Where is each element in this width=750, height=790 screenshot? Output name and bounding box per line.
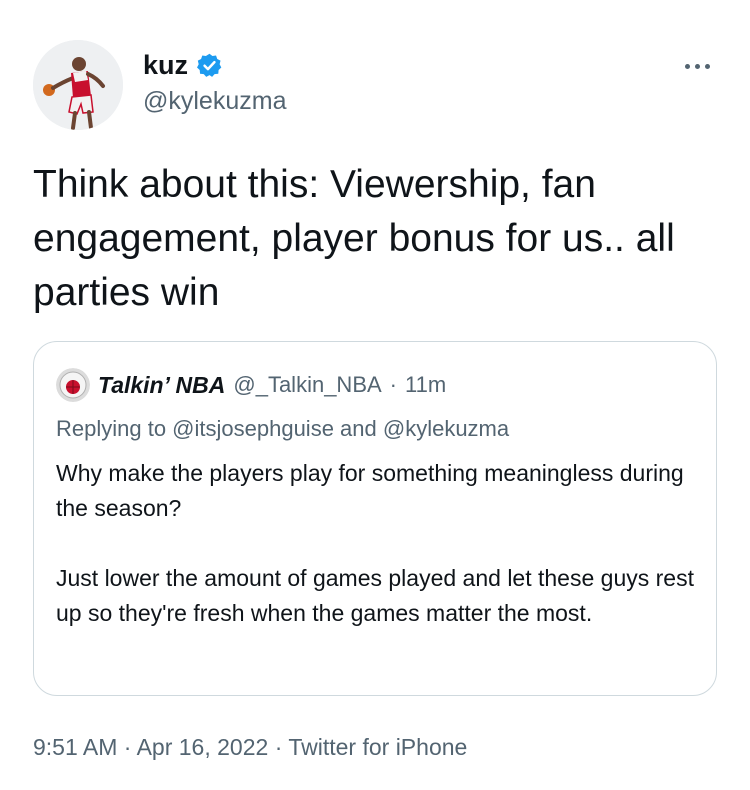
author-avatar[interactable] <box>33 40 123 130</box>
quoted-tweet-header: Talkin’ NBA @_Talkin_NBA · 11m <box>56 368 446 402</box>
more-dot-icon <box>694 63 700 69</box>
quoted-tweet[interactable]: Talkin’ NBA @_Talkin_NBA · 11m Replying … <box>33 341 717 696</box>
quoted-tweet-text: Why make the players play for something … <box>56 460 694 626</box>
author-handle[interactable]: @kylekuzma <box>143 85 286 117</box>
tweet-meta: 9:51 AM · Apr 16, 2022 · Twitter for iPh… <box>33 730 467 764</box>
more-dot-icon <box>704 63 710 69</box>
tweet-card: kuz @kylekuzma Think about this: Viewers… <box>0 0 750 790</box>
tweet-source[interactable]: Twitter for iPhone <box>288 734 467 760</box>
quoted-display-name: Talkin’ NBA <box>98 371 226 398</box>
tweet-date[interactable]: Apr 16, 2022 <box>137 734 269 760</box>
more-dot-icon <box>684 63 690 69</box>
quoted-timestamp: 11m <box>405 372 447 397</box>
more-options-icon[interactable] <box>677 56 717 76</box>
verified-badge-icon <box>196 52 223 79</box>
quoted-handle: @_Talkin_NBA <box>233 372 382 397</box>
author-name-row: kuz <box>143 48 223 82</box>
player-avatar-icon <box>33 40 123 130</box>
tweet-time[interactable]: 9:51 AM <box>33 734 117 760</box>
quoted-author-avatar <box>56 368 90 402</box>
quoted-separator: · <box>389 372 397 397</box>
meta-separator: · <box>274 734 283 760</box>
talkin-nba-logo-icon <box>56 368 90 402</box>
quoted-replying-to: Replying to @itsjosephguise and @kylekuz… <box>56 416 510 441</box>
tweet-text: Think about this: Viewership, fan engage… <box>33 163 686 314</box>
meta-separator: · <box>123 734 132 760</box>
author-display-name[interactable]: kuz <box>143 48 188 82</box>
